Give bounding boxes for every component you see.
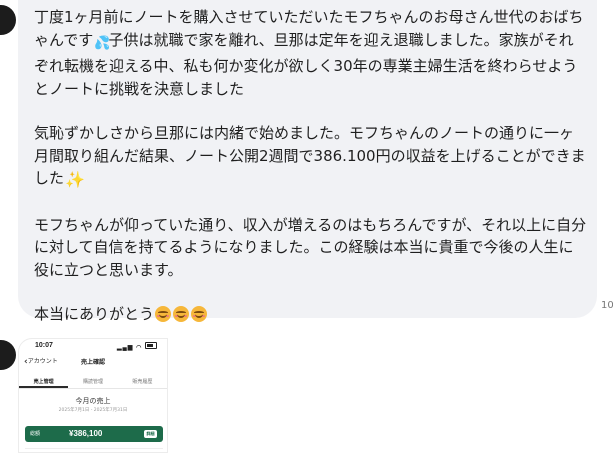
phone-nav-bar: ‹アカウント 売上確認 [19, 356, 167, 368]
message-text: 子供は就職で家を離れ、旦那は定年を迎え退職しました。家族がそれぞれ転機を迎える中… [34, 30, 578, 98]
battery-icon [145, 342, 157, 349]
sender-avatar[interactable] [0, 5, 16, 35]
message-paragraph-3: モフちゃんが仰っていた通り、収入が増えるのはもちろんですが、それ以上に自分に対し… [34, 215, 587, 279]
sweat-droplets-icon: 💦 [94, 35, 110, 51]
details-button[interactable]: 詳細 [144, 430, 157, 438]
message-paragraph-2: 気恥ずかしさから旦那には内緒で始めました。モフちゃんのノートの通りに一ヶ月間取り… [34, 122, 587, 192]
status-time: 10:07 [35, 342, 53, 349]
message-bubble: 丁度1ヶ月前にノートを購入させていただいたモフちゃんのお母さん世代のおばちゃんで… [18, 0, 597, 323]
side-number: 10 [601, 300, 613, 311]
tab-subscriptions[interactable]: 購読管理 [68, 376, 117, 388]
message-paragraph-1: 丁度1ヶ月前にノートを購入させていただいたモフちゃんのお母さん世代のおばちゃんで… [34, 6, 587, 100]
sales-amount: ¥386,100 [69, 429, 103, 438]
tab-sales[interactable]: 売上管理 [19, 376, 69, 388]
divider [25, 448, 163, 452]
smiling-face-icon [173, 306, 190, 322]
smiling-face-icon [155, 306, 172, 322]
tab-history[interactable]: 販売履歴 [118, 376, 167, 388]
sender-avatar[interactable] [0, 340, 16, 370]
message-text: 気恥ずかしさから旦那には内緒で始めました。モフちゃんのノートの通りに一ヶ月間取り… [34, 124, 586, 187]
message-paragraph-4: 本当にありがとう [34, 303, 587, 326]
phone-tabs: 売上管理 購読管理 販売履歴 [19, 376, 167, 389]
date-range: 2025年7月1日 - 2025年7月31日 [58, 408, 128, 413]
attached-screenshot[interactable]: 10:07 ▂▄▆ ◠ ‹アカウント 売上確認 売上管理 購読管理 販売履歴 今… [18, 338, 168, 453]
total-label: 総額 [30, 431, 41, 437]
sparkles-icon: ✨ [65, 170, 85, 189]
status-icons: ▂▄▆ ◠ [117, 342, 157, 351]
phone-status-bar: 10:07 ▂▄▆ ◠ [19, 342, 167, 352]
sales-total-bar: 総額 ¥386,100 詳細 [25, 426, 163, 442]
sales-heading: 今月の売上 [75, 397, 111, 405]
screen-title: 売上確認 [80, 359, 105, 366]
smiling-face-icon [191, 306, 208, 322]
message-text: 本当にありがとう [34, 305, 155, 323]
